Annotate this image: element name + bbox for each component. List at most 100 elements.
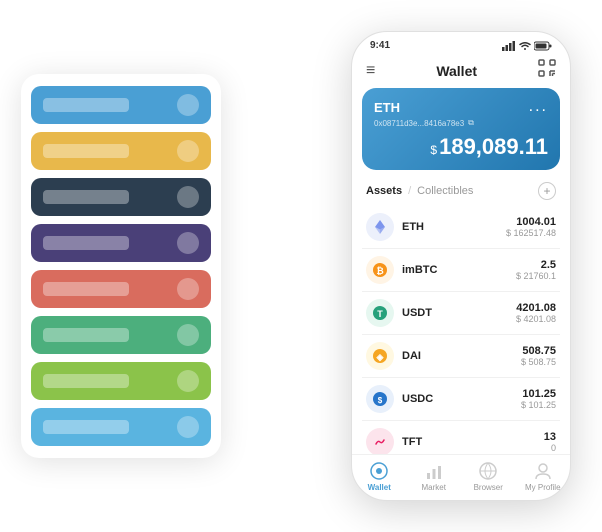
eth-amount: $189,089.11 (374, 134, 548, 160)
card-bar-yellow (43, 144, 129, 158)
token-item-usdc[interactable]: $ USDC 101.25 $ 101.25 (362, 378, 560, 421)
assets-tabs: Assets / Collectibles (366, 185, 473, 197)
card-bar-dark (43, 190, 129, 204)
token-item-tft[interactable]: TFT 13 0 (362, 421, 560, 454)
card-circle-green (177, 324, 199, 346)
usdc-token-usd: $ 101.25 (521, 400, 556, 410)
token-item-usdt[interactable]: T USDT 4201.08 $ 4201.08 (362, 292, 560, 335)
usdc-token-name: USDC (402, 393, 521, 405)
assets-tab-divider: / (408, 185, 411, 197)
nav-profile[interactable]: My Profile (516, 461, 571, 492)
add-icon: + (543, 184, 550, 198)
dai-token-icon: ◈ (366, 342, 394, 370)
svg-text:T: T (377, 309, 383, 319)
dai-token-name: DAI (402, 350, 521, 362)
eth-address: 0x08711d3e...8416a78e3 ⧉ (374, 118, 548, 128)
card-stack (21, 74, 221, 458)
nav-wallet[interactable]: Wallet (352, 461, 407, 492)
wifi-icon (519, 41, 531, 51)
token-item-eth[interactable]: ETH 1004.01 $ 162517.48 (362, 206, 560, 249)
usdt-token-name: USDT (402, 307, 516, 319)
usdc-icon-svg: $ (372, 391, 388, 407)
card-bar-light-green (43, 374, 129, 388)
card-circle-red (177, 278, 199, 300)
wallet-nav-icon (369, 461, 389, 481)
card-item-sky[interactable] (31, 408, 211, 446)
card-bar-red (43, 282, 129, 296)
card-bar-blue (43, 98, 129, 112)
token-item-dai[interactable]: ◈ DAI 508.75 $ 508.75 (362, 335, 560, 378)
card-item-light-green[interactable] (31, 362, 211, 400)
copy-icon[interactable]: ⧉ (468, 118, 474, 128)
card-circle-yellow (177, 140, 199, 162)
card-circle-dark (177, 186, 199, 208)
profile-nav-label: My Profile (525, 483, 561, 492)
card-circle-blue (177, 94, 199, 116)
eth-amount-value: 189,089.11 (439, 134, 548, 159)
card-item-yellow[interactable] (31, 132, 211, 170)
usdt-token-icon: T (366, 299, 394, 327)
eth-token-usd: $ 162517.48 (506, 228, 556, 238)
imbtc-token-amount: 2.5 (516, 259, 556, 271)
card-circle-purple (177, 232, 199, 254)
wallet-nav-label: Wallet (368, 483, 391, 492)
eth-token-name: ETH (402, 221, 506, 233)
eth-card-label: ETH (374, 100, 400, 115)
assets-tab-inactive[interactable]: Collectibles (417, 185, 473, 197)
browser-nav-label: Browser (474, 483, 503, 492)
signal-icon (502, 41, 516, 51)
usdc-token-values: 101.25 $ 101.25 (521, 388, 556, 410)
nav-market[interactable]: Market (407, 461, 462, 492)
tft-token-values: 13 0 (544, 431, 556, 453)
card-item-purple[interactable] (31, 224, 211, 262)
eth-token-values: 1004.01 $ 162517.48 (506, 216, 556, 238)
battery-icon (534, 41, 552, 51)
dai-icon-svg: ◈ (372, 348, 388, 364)
imbtc-token-icon: ₿ (366, 256, 394, 284)
usdt-token-usd: $ 4201.08 (516, 314, 556, 324)
status-time: 9:41 (370, 40, 390, 51)
svg-text:₿: ₿ (376, 266, 383, 276)
menu-icon[interactable]: ≡ (366, 62, 375, 80)
phone-header: ≡ Wallet (352, 55, 570, 88)
tft-token-name: TFT (402, 436, 544, 448)
scan-icon[interactable] (538, 59, 556, 82)
assets-tab-active[interactable]: Assets (366, 185, 402, 197)
eth-card-header: ETH ... (374, 98, 548, 116)
card-item-red[interactable] (31, 270, 211, 308)
tft-token-usd: 0 (544, 443, 556, 453)
market-nav-label: Market (422, 483, 446, 492)
eth-card-dots[interactable]: ... (529, 98, 548, 116)
imbtc-icon-svg: ₿ (372, 262, 388, 278)
eth-address-text: 0x08711d3e...8416a78e3 (374, 119, 464, 128)
phone: 9:41 (351, 31, 571, 501)
add-asset-button[interactable]: + (538, 182, 556, 200)
dai-token-values: 508.75 $ 508.75 (521, 345, 556, 367)
tft-token-amount: 13 (544, 431, 556, 443)
card-item-dark[interactable] (31, 178, 211, 216)
dai-token-amount: 508.75 (521, 345, 556, 357)
usdc-token-icon: $ (366, 385, 394, 413)
svg-text:$: $ (378, 396, 383, 405)
scene: 9:41 (21, 16, 581, 516)
card-bar-green (43, 328, 129, 342)
token-item-imbtc[interactable]: ₿ imBTC 2.5 $ 21760.1 (362, 249, 560, 292)
card-circle-sky (177, 416, 199, 438)
card-item-green[interactable] (31, 316, 211, 354)
usdc-token-amount: 101.25 (521, 388, 556, 400)
nav-browser[interactable]: Browser (461, 461, 516, 492)
eth-card[interactable]: ETH ... 0x08711d3e...8416a78e3 ⧉ $189,08… (362, 88, 560, 170)
imbtc-token-usd: $ 21760.1 (516, 271, 556, 281)
scan-svg (538, 59, 556, 77)
card-item-blue[interactable] (31, 86, 211, 124)
imbtc-token-name: imBTC (402, 264, 516, 276)
eth-token-icon (366, 213, 394, 241)
usdt-icon-svg: T (372, 305, 388, 321)
status-icons (502, 41, 552, 51)
assets-header: Assets / Collectibles + (352, 178, 570, 206)
profile-nav-icon (533, 461, 553, 481)
dai-token-usd: $ 508.75 (521, 357, 556, 367)
bottom-nav: Wallet Market Browser (352, 454, 570, 500)
eth-token-amount: 1004.01 (506, 216, 556, 228)
token-list: ETH 1004.01 $ 162517.48 ₿ imBTC 2.5 $ 21… (352, 206, 570, 454)
